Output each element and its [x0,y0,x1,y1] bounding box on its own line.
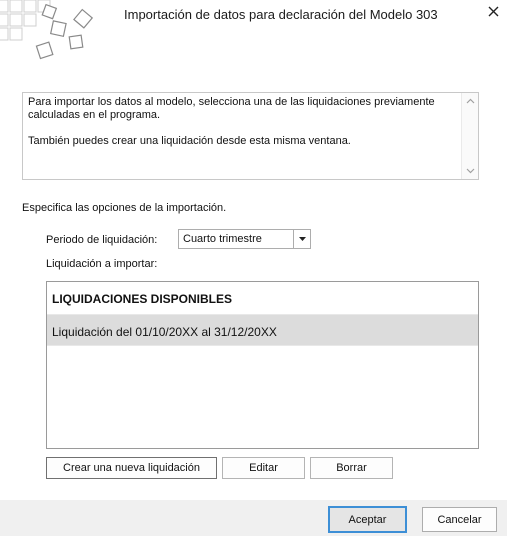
dropdown-button[interactable] [293,230,310,248]
delete-button[interactable]: Borrar [310,457,393,479]
accept-button[interactable]: Aceptar [328,506,407,533]
dropdown-arrow-icon [298,237,306,241]
dialog-title: Importación de datos para declaración de… [124,7,438,22]
cancel-button[interactable]: Cancelar [422,507,497,532]
period-label: Periodo de liquidación: [46,234,158,246]
description-line-1: Para importar los datos al modelo, selec… [28,96,435,121]
chevron-down-icon[interactable] [466,168,475,174]
edit-button[interactable]: Editar [222,457,305,479]
description-line-2: También puedes crear una liquidación des… [28,135,351,147]
new-liquidation-button[interactable]: Crear una nueva liquidación [46,457,217,479]
liquidations-list[interactable]: LIQUIDACIONES DISPONIBLES Liquidación de… [46,281,479,449]
options-heading: Especifica las opciones de la importació… [22,202,227,214]
logo-icon [0,0,94,60]
close-button[interactable] [482,1,504,21]
period-select[interactable]: Cuarto trimestre [178,229,311,249]
description-box: Para importar los datos al modelo, selec… [22,92,479,180]
chevron-up-icon[interactable] [466,98,475,104]
import-label: Liquidación a importar: [46,258,158,270]
period-select-value: Cuarto trimestre [183,233,262,245]
description-scrollbar[interactable] [461,93,478,179]
list-item-selected[interactable]: Liquidación del 01/10/20XX al 31/12/20XX [47,314,478,346]
list-header: LIQUIDACIONES DISPONIBLES [52,292,233,306]
close-icon [488,6,498,16]
